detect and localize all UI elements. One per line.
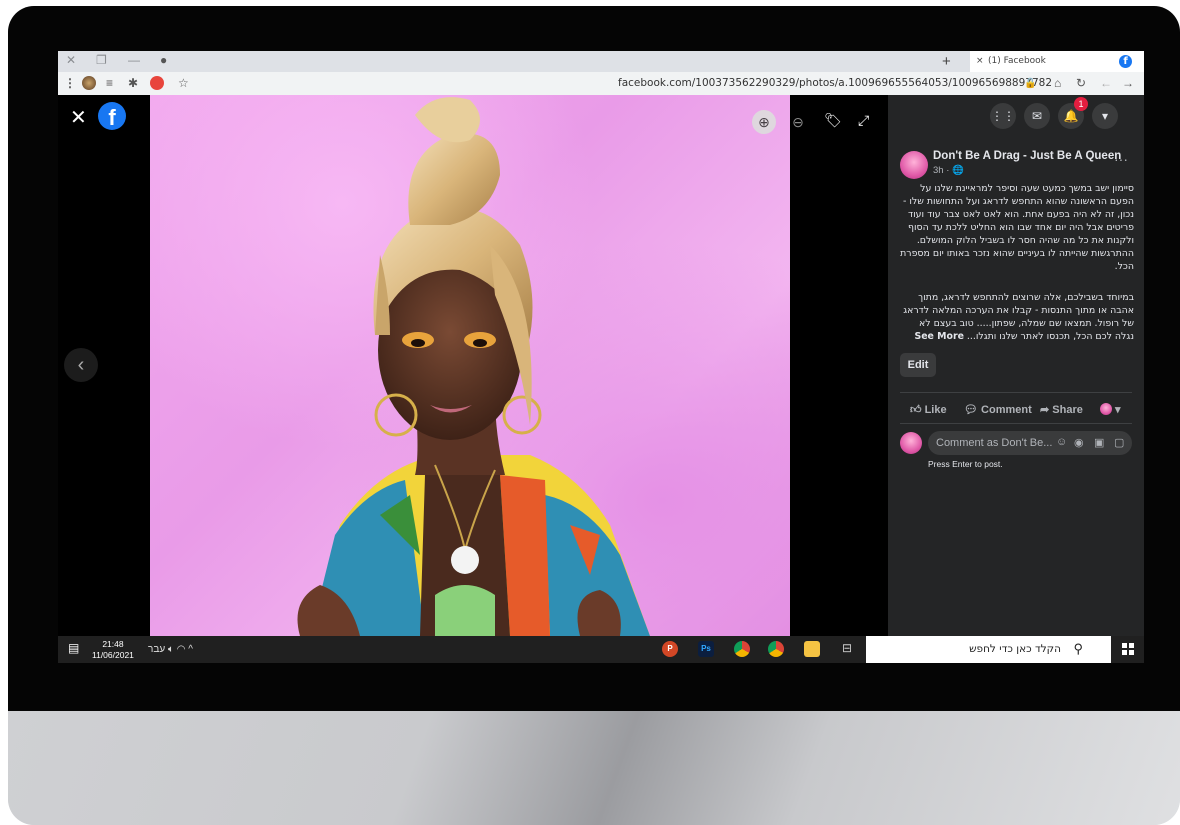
previous-photo-button[interactable]: ‹ bbox=[64, 348, 98, 382]
post-author[interactable]: Don't Be A Drag - Just Be A Queen bbox=[933, 150, 1121, 162]
edit-button[interactable]: Edit bbox=[900, 353, 936, 377]
comment-button[interactable]: 💬︎ Comment bbox=[964, 403, 1032, 416]
post-actions: 👍︎ Like 💬︎ Comment ➦ Share ▾ bbox=[900, 400, 1132, 420]
like-icon: 👍︎ bbox=[910, 404, 922, 416]
tab-title: (1) Facebook bbox=[988, 56, 1046, 66]
press-enter-hint: Press Enter to post. bbox=[928, 459, 1003, 469]
bookmark-star-icon[interactable]: ☆ bbox=[178, 76, 189, 91]
comment-label: Comment bbox=[981, 404, 1032, 416]
system-tray[interactable]: עבר 🔈︎ ◠ ^ bbox=[148, 644, 193, 655]
post-time[interactable]: 3h · 🌐 bbox=[933, 165, 964, 176]
divider bbox=[900, 423, 1132, 424]
search-icon: ⚲ bbox=[1073, 641, 1083, 656]
extensions-puzzle-icon[interactable]: ✱ bbox=[128, 76, 138, 91]
reaction-as-dropdown[interactable]: ▾ bbox=[1100, 403, 1121, 416]
like-label: Like bbox=[924, 404, 947, 416]
notification-center-icon[interactable]: ▤ bbox=[68, 641, 79, 655]
reload-icon[interactable]: ↻ bbox=[1076, 76, 1086, 91]
mini-avatar bbox=[1100, 403, 1112, 415]
profile-avatar-icon[interactable] bbox=[82, 76, 96, 90]
camera-icon[interactable]: ◉ bbox=[1074, 436, 1084, 449]
monitor-chin bbox=[8, 711, 1180, 825]
share-icon: ➦ bbox=[1040, 404, 1050, 416]
monitor: ✕ ❐ — ● + × (1) Facebook f ⋮ ≡ ✱ ☆ faceb… bbox=[8, 6, 1180, 825]
clock-time: 21:48 bbox=[102, 639, 124, 649]
wifi-icon[interactable]: ◠ bbox=[177, 644, 186, 655]
drag-queen-portrait bbox=[297, 97, 650, 636]
comment-icon: 💬︎ bbox=[964, 404, 978, 416]
search-placeholder: הקלד כאן כדי לחפש bbox=[969, 643, 1061, 655]
share-label: Share bbox=[1052, 404, 1083, 416]
share-button[interactable]: ➦ Share bbox=[1040, 403, 1083, 416]
language-indicator[interactable]: עבר bbox=[148, 644, 165, 655]
zoom-in-icon[interactable]: ⊕ bbox=[752, 110, 776, 134]
gif-icon[interactable]: ▣ bbox=[1094, 436, 1104, 449]
kebab-menu-icon[interactable]: ⋮ bbox=[64, 76, 76, 91]
reading-list-icon[interactable]: ≡ bbox=[106, 76, 113, 91]
close-icon[interactable]: ✕ bbox=[70, 105, 87, 130]
chrome-menu-icon[interactable]: ● bbox=[160, 53, 167, 67]
file-explorer-icon[interactable] bbox=[804, 641, 820, 657]
post-options-icon[interactable]: ··· bbox=[1114, 151, 1128, 167]
fullscreen-icon[interactable]: ⤢ bbox=[858, 112, 869, 129]
chrome-icon[interactable] bbox=[734, 641, 750, 657]
sticker-icon[interactable]: ▢ bbox=[1114, 436, 1124, 449]
facebook-logo-icon[interactable]: f bbox=[98, 102, 126, 130]
lock-icon[interactable]: 🔒 bbox=[1024, 76, 1036, 91]
post-text-paragraph-2: במיוחד בשבילכם, אלה שרוצים להתחפש לדראג,… bbox=[900, 291, 1134, 343]
photoshop-icon[interactable]: Ps bbox=[698, 641, 714, 657]
comment-placeholder: Comment as Don't Be... bbox=[936, 437, 1053, 449]
clock[interactable]: 21:48 11/06/2021 bbox=[92, 639, 134, 661]
zoom-out-icon[interactable]: ⊖ bbox=[786, 110, 810, 134]
taskbar-search[interactable]: הקלד כאן כדי לחפש ⚲ bbox=[866, 636, 1111, 663]
account-caret-icon[interactable]: ▾ bbox=[1092, 103, 1118, 129]
screen: ✕ ❐ — ● + × (1) Facebook f ⋮ ≡ ✱ ☆ faceb… bbox=[58, 51, 1144, 663]
menu-grid-icon[interactable]: ⋮⋮ bbox=[990, 103, 1016, 129]
home-icon[interactable]: ⌂ bbox=[1054, 76, 1061, 91]
chrome-profile-icon[interactable] bbox=[768, 641, 784, 657]
notifications-bell-icon[interactable]: 🔔 1 bbox=[1058, 97, 1088, 129]
like-button[interactable]: 👍︎ Like bbox=[910, 403, 947, 416]
comment-input[interactable]: Comment as Don't Be... ☺ ◉ ▣ ▢ bbox=[928, 431, 1132, 455]
powerpoint-icon[interactable]: P bbox=[662, 641, 678, 657]
clock-date: 11/06/2021 bbox=[92, 650, 134, 660]
page-avatar[interactable] bbox=[900, 151, 928, 179]
forward-icon[interactable]: ← bbox=[1100, 76, 1112, 91]
task-view-icon[interactable]: ⊟ bbox=[842, 641, 852, 655]
back-icon[interactable]: → bbox=[1122, 76, 1134, 91]
tab-facebook[interactable]: × (1) Facebook f bbox=[970, 51, 1144, 72]
url-text[interactable]: facebook.com/100373562290329/photos/a.10… bbox=[618, 77, 1052, 89]
windows-taskbar: ▤ 21:48 11/06/2021 עבר 🔈︎ ◠ ^ P Ps ⊟ הקל… bbox=[58, 636, 1144, 663]
window-restore-icon[interactable]: ❐ bbox=[96, 53, 107, 67]
see-more-link[interactable]: See More bbox=[914, 331, 963, 342]
messenger-icon[interactable]: ✉ bbox=[1024, 103, 1050, 129]
divider bbox=[900, 392, 1132, 393]
new-tab-button[interactable]: + bbox=[942, 51, 951, 72]
volume-icon[interactable]: 🔈︎ bbox=[168, 644, 174, 655]
post-text-paragraph-1: סיימון ישב במשך כמעט שעה וסיפר למראיינת … bbox=[900, 183, 1134, 272]
window-minimize-icon[interactable]: — bbox=[128, 53, 140, 67]
emoji-icon[interactable]: ☺ bbox=[1056, 436, 1067, 448]
adblock-extension-icon[interactable] bbox=[150, 76, 164, 90]
commenter-avatar bbox=[900, 432, 922, 454]
tag-icon[interactable]: 🏷 bbox=[824, 112, 842, 128]
photo-viewer: ✕ f ⊕ ⊖ 🏷 ⤢ ‹ bbox=[58, 95, 888, 636]
facebook-favicon-icon: f bbox=[1119, 55, 1132, 68]
window-close-icon[interactable]: ✕ bbox=[66, 53, 76, 67]
photo bbox=[150, 95, 790, 636]
address-bar: ⋮ ≡ ✱ ☆ facebook.com/100373562290329/pho… bbox=[58, 72, 1144, 96]
post-sidebar: ⋮⋮ ✉ 🔔 1 ▾ Don't Be A Drag - Just Be A Q… bbox=[888, 95, 1144, 636]
notifications-badge: 1 bbox=[1074, 97, 1088, 111]
browser-tab-strip: ✕ ❐ — ● + × (1) Facebook f bbox=[58, 51, 1144, 72]
tray-expand-icon[interactable]: ^ bbox=[188, 644, 193, 655]
windows-start-icon[interactable] bbox=[1122, 643, 1134, 655]
tab-close-icon[interactable]: × bbox=[976, 51, 984, 72]
